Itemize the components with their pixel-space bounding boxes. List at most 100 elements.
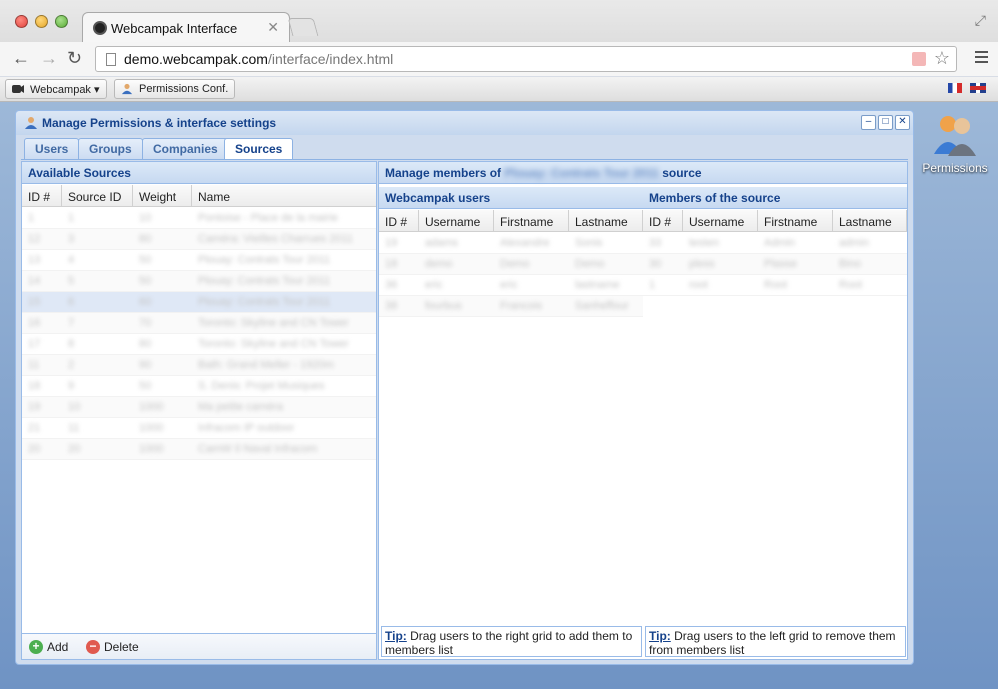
table-cell: 18 <box>28 380 41 392</box>
table-cell: 20 <box>28 443 41 455</box>
table-cell: Bath: Grand Meller - 1920m <box>198 359 334 371</box>
table-cell: demo <box>425 258 453 270</box>
users-tip: Tip: Drag users to the right grid to add… <box>381 626 642 657</box>
table-cell: 21 <box>28 422 41 434</box>
table-cell: 16 <box>28 317 41 329</box>
column-id[interactable]: ID # <box>22 185 62 207</box>
table-cell: 8 <box>68 338 75 350</box>
window-title-bar[interactable]: Manage Permissions & interface settings … <box>16 111 913 135</box>
table-cell: 13 <box>28 254 41 266</box>
browser-menu-icon[interactable] <box>975 51 988 63</box>
table-row[interactable]: 15 6 60 Plouay: Contrats Tour 2011 <box>22 292 376 313</box>
table-row[interactable]: 14 5 50 Plouay: Contrats Tour 2011 <box>22 271 376 292</box>
table-row[interactable]: 19 adams Alexandre Sonis <box>379 233 643 254</box>
table-row[interactable]: 36 eric eric lastname <box>379 275 643 296</box>
bookmark-star-icon[interactable]: ☆ <box>934 48 950 69</box>
column-firstname[interactable]: Firstname <box>758 210 833 232</box>
table-row[interactable]: 17 8 80 Toronto: Skyline and CN Tower <box>22 334 376 355</box>
table-cell: adams <box>425 237 459 249</box>
column-username[interactable]: Username <box>683 210 758 232</box>
table-row[interactable]: 19 10 1000 Ma petite caméra <box>22 397 376 418</box>
table-cell: Alexandre <box>500 237 550 249</box>
table-row[interactable]: 13 4 50 Plouay: Contrats Tour 2011 <box>22 250 376 271</box>
table-cell: 4 <box>68 254 75 266</box>
user-icon <box>25 117 37 129</box>
table-cell: Plouay: Contrats Tour 2011 <box>198 254 331 266</box>
webcampak-menu-button[interactable]: Webcampak ▾ <box>5 79 107 99</box>
selected-source-name: Plouay: Contrats Tour 2011 <box>504 166 659 180</box>
table-cell: 50 <box>139 380 152 392</box>
table-cell: 5 <box>68 275 75 287</box>
table-cell: Infracom IP outdoor <box>198 422 295 434</box>
window-title: Manage Permissions & interface settings <box>42 116 277 130</box>
column-id[interactable]: ID # <box>379 210 419 232</box>
close-icon[interactable]: ✕ <box>895 115 910 130</box>
column-name[interactable]: Name <box>192 185 376 207</box>
table-cell: lastname <box>575 279 620 291</box>
back-icon[interactable]: ← <box>12 48 30 69</box>
tab-users[interactable]: Users <box>24 138 80 159</box>
table-cell: 80 <box>139 233 152 245</box>
new-tab-button[interactable] <box>287 18 319 36</box>
table-cell: 30 <box>649 258 662 270</box>
permissions-conf-button[interactable]: Permissions Conf. <box>114 79 236 99</box>
table-row[interactable]: 1 1 10 Pontoise - Place de la mairie <box>22 208 376 229</box>
tab-companies[interactable]: Companies <box>142 138 229 159</box>
manage-members-panel: Manage members of Plouay: Contrats Tour … <box>378 161 908 660</box>
extension-icon[interactable] <box>912 52 926 66</box>
table-cell: 9 <box>68 380 75 392</box>
table-cell: 15 <box>28 296 41 308</box>
close-window-button[interactable] <box>15 15 28 28</box>
minimize-icon[interactable]: – <box>861 115 876 130</box>
table-row[interactable]: 1 root Root Root <box>643 275 907 296</box>
table-cell: 70 <box>139 317 152 329</box>
table-cell: 36 <box>385 279 398 291</box>
tab-sources[interactable]: Sources <box>224 138 294 160</box>
permissions-desktop-icon[interactable]: Permissions <box>920 112 990 175</box>
users-icon <box>934 116 976 156</box>
members-column-header: ID # Username Firstname Lastname <box>643 210 907 232</box>
minimize-window-button[interactable] <box>35 15 48 28</box>
tab-groups[interactable]: Groups <box>78 138 143 159</box>
column-lastname[interactable]: Lastname <box>833 210 907 232</box>
table-row[interactable]: 30 pless Plasse Bino <box>643 254 907 275</box>
column-id[interactable]: ID # <box>643 210 683 232</box>
reload-icon[interactable]: ↻ <box>67 48 82 69</box>
table-row[interactable]: 18 9 50 S. Denis: Projet Musiques <box>22 376 376 397</box>
table-row[interactable]: 16 7 70 Toronto: Skyline and CN Tower <box>22 313 376 334</box>
delete-button[interactable]: − Delete <box>86 640 139 654</box>
table-cell: 18 <box>385 258 398 270</box>
column-lastname[interactable]: Lastname <box>569 210 643 232</box>
table-row[interactable]: 11 2 90 Bath: Grand Meller - 1920m <box>22 355 376 376</box>
french-flag-icon[interactable] <box>948 83 962 93</box>
table-cell: 1000 <box>139 422 164 434</box>
column-firstname[interactable]: Firstname <box>494 210 569 232</box>
table-cell: Plouay: Contrats Tour 2011 <box>198 275 331 287</box>
column-username[interactable]: Username <box>419 210 494 232</box>
table-cell: Toronto: Skyline and CN Tower <box>198 338 349 350</box>
webcampak-users-title: Webcampak users <box>379 187 643 209</box>
table-row[interactable]: 18 demo Demo Demo <box>379 254 643 275</box>
browser-tab[interactable]: Webcampak Interface ✕ <box>82 12 290 42</box>
close-tab-icon[interactable]: ✕ <box>267 19 279 36</box>
address-bar[interactable]: demo.webcampak.com/interface/index.html … <box>95 46 957 72</box>
table-cell: 7 <box>68 317 75 329</box>
uk-flag-icon[interactable] <box>970 83 986 93</box>
manage-members-title: Manage members of Plouay: Contrats Tour … <box>379 162 907 184</box>
column-source-id[interactable]: Source ID <box>62 185 133 207</box>
zoom-window-button[interactable] <box>55 15 68 28</box>
table-row[interactable]: 12 3 80 Caméra: Vieilles Charrues 2011 <box>22 229 376 250</box>
table-cell: 12 <box>28 233 41 245</box>
column-weight[interactable]: Weight <box>133 185 192 207</box>
members-tip: Tip: Drag users to the left grid to remo… <box>645 626 906 657</box>
maximize-icon[interactable]: □ <box>878 115 893 130</box>
table-row[interactable]: 21 11 1000 Infracom IP outdoor <box>22 418 376 439</box>
table-cell: 14 <box>28 275 41 287</box>
forward-icon[interactable]: → <box>40 48 58 69</box>
table-row[interactable]: 20 20 1000 CamW Il Naval Infracom <box>22 439 376 460</box>
add-button[interactable]: + Add <box>29 640 68 654</box>
table-row[interactable]: 33 testen Admin admin <box>643 233 907 254</box>
table-cell: 19 <box>28 401 41 413</box>
fullscreen-icon[interactable]: ⤢ <box>975 12 986 29</box>
table-row[interactable]: 38 fourbus Francois Sanheffour <box>379 296 643 317</box>
